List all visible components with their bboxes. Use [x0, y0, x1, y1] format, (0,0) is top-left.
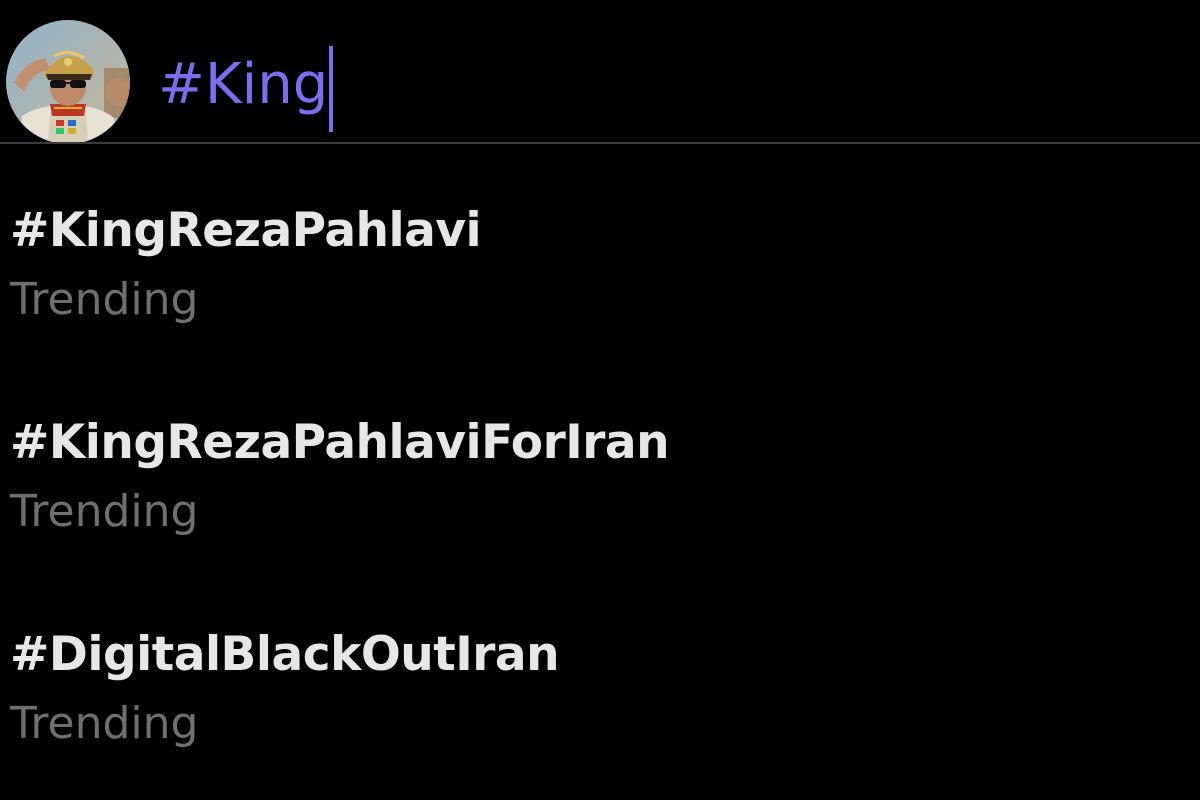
list-item-result-1[interactable]: #KingRezaPahlavi Trending: [0, 144, 1200, 324]
list-item-result-2[interactable]: #KingRezaPahlaviForIran Trending: [0, 356, 1200, 536]
result-title: #DigitalBlackOutIran: [10, 627, 560, 682]
result-subtitle: Trending: [10, 274, 199, 325]
search-input[interactable]: #King: [158, 40, 334, 132]
result-title: #KingRezaPahlaviForIran: [10, 415, 670, 470]
result-subtitle: Trending: [10, 486, 199, 537]
avatar[interactable]: [6, 20, 130, 144]
result-subtitle: Trending: [10, 698, 199, 749]
search-header: #King: [0, 0, 1200, 144]
search-input-text: #King: [158, 52, 329, 117]
result-title: #KingRezaPahlavi: [10, 203, 482, 258]
avatar-portrait-image: [6, 20, 130, 144]
list-item-result-3[interactable]: #DigitalBlackOutIran Trending: [0, 568, 1200, 748]
text-caret: [329, 46, 334, 132]
search-screen: #King #KingRezaPahlavi Trending #KingRez…: [0, 0, 1200, 800]
